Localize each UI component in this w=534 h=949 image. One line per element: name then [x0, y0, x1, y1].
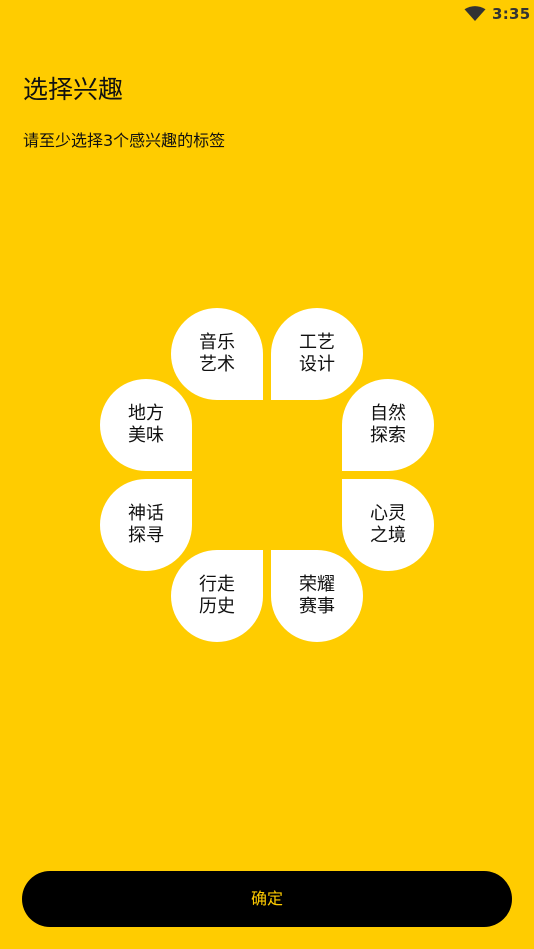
tag-label: 行走 历史 [199, 574, 235, 617]
status-time: 3:35 [492, 5, 531, 23]
tag-label: 荣耀 赛事 [299, 574, 335, 617]
tag-music-art[interactable]: 音乐 艺术 [171, 308, 263, 400]
page-title: 选择兴趣 [23, 75, 124, 104]
tag-craft-design[interactable]: 工艺 设计 [271, 308, 363, 400]
tag-myth-quest[interactable]: 神话 探寻 [100, 479, 192, 571]
status-bar: 3:35 [0, 0, 534, 28]
tag-label: 神话 探寻 [128, 503, 164, 546]
tag-label: 自然 探索 [370, 403, 406, 446]
tag-nature-explore[interactable]: 自然 探索 [342, 379, 434, 471]
tag-spirit-realm[interactable]: 心灵 之境 [342, 479, 434, 571]
tag-label: 工艺 设计 [299, 332, 335, 375]
confirm-button[interactable]: 确定 [22, 871, 512, 927]
tag-label: 地方 美味 [128, 403, 164, 446]
tag-label: 心灵 之境 [370, 503, 406, 546]
page-subtitle: 请至少选择3个感兴趣的标签 [23, 131, 226, 150]
tag-label: 音乐 艺术 [199, 332, 235, 375]
tag-walking-history[interactable]: 行走 历史 [171, 550, 263, 642]
tag-local-food[interactable]: 地方 美味 [100, 379, 192, 471]
tag-glory-events[interactable]: 荣耀 赛事 [271, 550, 363, 642]
wifi-icon [464, 6, 486, 21]
